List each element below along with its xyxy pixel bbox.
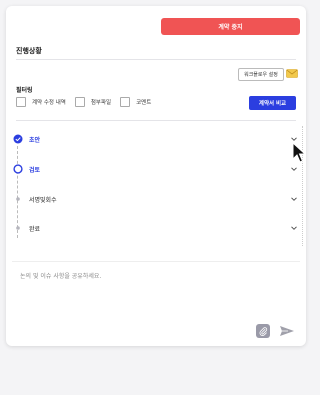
step-current-icon bbox=[12, 164, 24, 174]
divider bbox=[16, 59, 296, 60]
filter-option-label: 계약 수정 내역 bbox=[32, 100, 66, 106]
checkbox[interactable] bbox=[16, 97, 26, 107]
step-complete[interactable]: 완료 bbox=[12, 222, 298, 234]
filter-comments[interactable]: 코멘트 bbox=[120, 97, 151, 107]
step-review[interactable]: 검토 bbox=[12, 163, 298, 175]
checkbox[interactable] bbox=[74, 97, 85, 107]
mouse-cursor-icon bbox=[292, 142, 306, 163]
workflow-settings-button[interactable]: 워크플로우 설정 bbox=[238, 68, 284, 81]
comment-input[interactable] bbox=[18, 268, 292, 284]
chevron-down-icon[interactable] bbox=[290, 165, 298, 173]
stop-contract-button[interactable]: 계약 중지 bbox=[161, 18, 300, 35]
send-button[interactable] bbox=[278, 324, 296, 338]
page-title: 진행상황 bbox=[16, 47, 42, 55]
compare-contract-button[interactable]: 계약서 비교 bbox=[249, 96, 296, 110]
step-done-icon bbox=[12, 134, 24, 144]
filter-option-label: 코멘트 bbox=[136, 100, 152, 106]
paperclip-icon bbox=[259, 326, 267, 336]
attach-button[interactable] bbox=[256, 324, 270, 338]
filter-options: 계약 수정 내역 첨부파일 코멘트 bbox=[16, 97, 154, 107]
filter-option-label: 첨부파일 bbox=[90, 100, 112, 106]
chevron-down-icon[interactable] bbox=[290, 224, 298, 232]
step-sign-collect[interactable]: 서명및회수 bbox=[12, 193, 298, 205]
checkbox[interactable] bbox=[120, 97, 131, 107]
step-pending-icon bbox=[12, 223, 24, 233]
step-label: 서명및회수 bbox=[29, 196, 57, 204]
divider bbox=[12, 261, 300, 262]
filter-attachments[interactable]: 첨부파일 bbox=[74, 97, 112, 107]
step-draft[interactable]: 초안 bbox=[12, 133, 298, 145]
step-label: 검토 bbox=[29, 166, 41, 174]
filter-revision-history[interactable]: 계약 수정 내역 bbox=[16, 97, 66, 107]
filter-label: 필터링 bbox=[16, 87, 33, 94]
mail-icon[interactable] bbox=[286, 69, 298, 78]
step-label: 초안 bbox=[29, 136, 41, 144]
step-label: 완료 bbox=[29, 225, 41, 233]
progress-panel: 계약 중지 진행상황 워크플로우 설정 필터링 계약 수정 내역 첨부파일 코멘… bbox=[6, 6, 306, 346]
step-pending-icon bbox=[12, 194, 24, 204]
chevron-down-icon[interactable] bbox=[290, 195, 298, 203]
divider bbox=[16, 120, 296, 121]
send-icon bbox=[280, 326, 294, 336]
